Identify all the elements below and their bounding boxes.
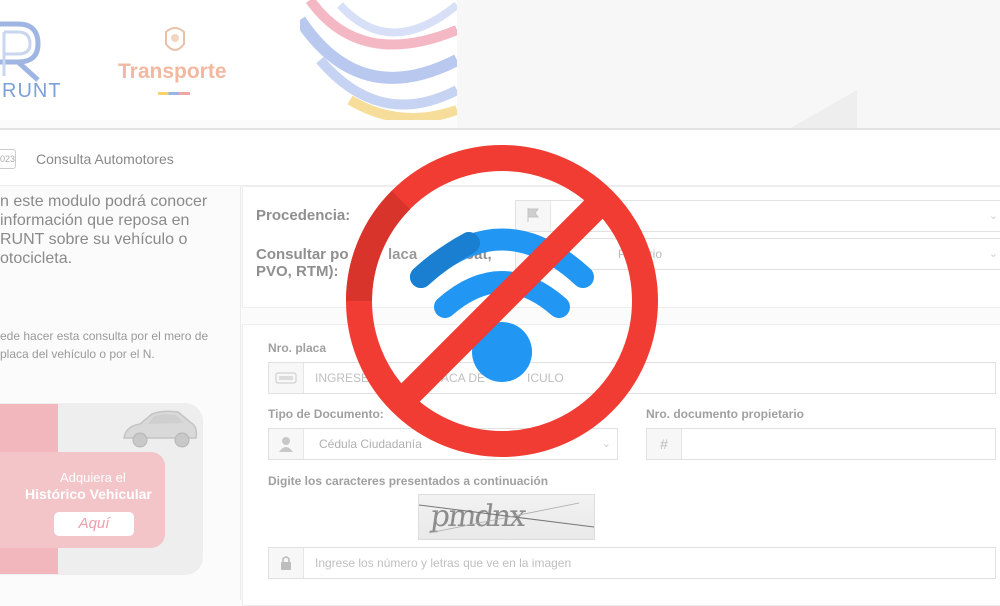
consultar-label-3: PVO, RTM):	[256, 263, 339, 280]
captcha-label: Digite los caracteres presentados a cont…	[268, 474, 549, 488]
captcha-placeholder: Ingrese los número y letras que ve en la…	[315, 556, 572, 570]
light-wedge-graphic	[787, 90, 857, 130]
captcha-noise	[419, 502, 594, 534]
nro-doc-label: Nro. documento propietario	[646, 407, 805, 421]
lock-icon	[281, 556, 291, 570]
flag-bar	[158, 92, 190, 95]
runt-logo-icon	[0, 21, 41, 82]
intro-text: n este modulo podrá conocer información …	[0, 193, 208, 267]
runt-logo-text: RUNT	[2, 80, 62, 102]
header-right-panel	[457, 0, 1000, 130]
column-divider	[240, 185, 241, 600]
no-wifi-icon	[346, 145, 658, 457]
header-banner: RUNT Transporte	[0, 0, 457, 120]
coat-of-arms-icon	[165, 27, 185, 51]
wave-graphic	[300, 0, 457, 120]
calendar-icon: 2023	[0, 149, 16, 169]
license-plate-icon	[275, 372, 297, 384]
car-icon	[123, 410, 198, 448]
chevron-down-icon: ⌄	[988, 248, 998, 260]
promo-line-1: Adquiera el	[60, 470, 126, 485]
page-title: Consulta Automotores	[36, 151, 174, 167]
promo-aqui-button[interactable]: Aquí	[54, 512, 134, 536]
consultar-label-1: Consultar po	[256, 246, 349, 263]
captcha-input[interactable]: Ingrese los número y letras que ve en la…	[268, 547, 996, 579]
procedencia-label: Procedencia:	[256, 207, 351, 224]
captcha-image: pmdnx	[418, 494, 595, 540]
chevron-down-icon: ⌄	[988, 210, 998, 222]
promo-line-2: Histórico Vehicular	[25, 486, 152, 502]
nro-doc-input[interactable]: #	[646, 428, 996, 460]
placa-addon	[269, 363, 304, 393]
hint-text: ede hacer esta consulta por el mero de p…	[0, 329, 209, 361]
tipo-doc-addon	[269, 429, 304, 459]
user-icon	[279, 437, 293, 452]
captcha-addon	[269, 548, 304, 578]
transporte-logo-text: Transporte	[118, 60, 227, 83]
placa-label: Nro. placa	[268, 341, 327, 355]
